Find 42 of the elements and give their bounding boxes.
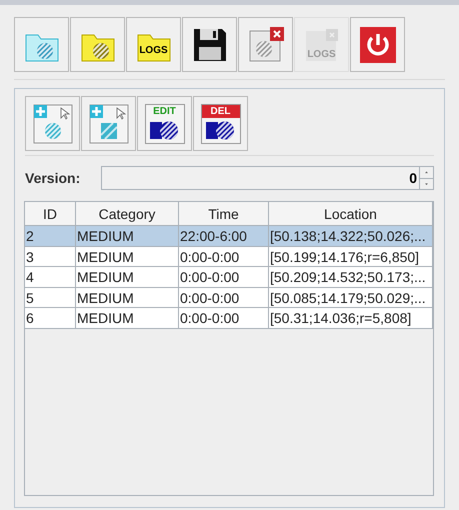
table-row[interactable]: 6 MEDIUM 0:00-0:00 [50.31;14.036;r=5,808]	[25, 308, 433, 328]
table-cell: 22:00-6:00	[179, 226, 269, 246]
table-cell: 5	[25, 288, 76, 307]
table-cell: 2	[25, 226, 76, 246]
table-cell: MEDIUM	[76, 246, 179, 266]
version-spinner[interactable]: 0	[101, 166, 434, 190]
column-header[interactable]: Location	[269, 202, 433, 225]
table-cell: [50.31;14.036;r=5,808]	[269, 308, 433, 328]
table-cell: 0:00-0:00	[179, 308, 269, 328]
column-header[interactable]: ID	[25, 202, 76, 225]
table-cell: 0:00-0:00	[179, 288, 269, 307]
table-cell: MEDIUM	[76, 226, 179, 246]
toolbar-button[interactable]: LOGS	[126, 17, 181, 72]
table-cell: 0:00-0:00	[179, 246, 269, 266]
table-cell: MEDIUM	[76, 288, 179, 307]
power-icon	[358, 24, 398, 64]
logs-label: LOGS	[138, 44, 169, 58]
table-cell: 0:00-0:00	[179, 267, 269, 286]
table-cell: 3	[25, 246, 76, 266]
table-row[interactable]: 5 MEDIUM 0:00-0:00 [50.085;14.179;50.029;...	[25, 288, 433, 308]
table-cell: [50.209;14.532;50.173;...	[269, 267, 433, 286]
table-cell: MEDIUM	[76, 267, 179, 286]
version-label: Version:	[25, 168, 82, 188]
edit-icon: EDIT	[144, 104, 184, 144]
table-row[interactable]: 2 MEDIUM 22:00-6:00 [50.138;14.322;50.026;...	[25, 226, 433, 246]
column-header[interactable]: Category	[76, 202, 179, 225]
panel-toolbar-button[interactable]: DEL	[193, 96, 248, 151]
panel-toolbar-button[interactable]	[81, 96, 136, 151]
table-row[interactable]: 4 MEDIUM 0:00-0:00 [50.209;14.532;50.173;...	[25, 267, 433, 288]
table-cell: [50.199;14.176;r=6,850]	[269, 246, 433, 266]
panel-toolbar-button[interactable]	[25, 96, 80, 151]
table-cell: 4	[25, 267, 76, 286]
table-cell: [50.138;14.322;50.026;...	[269, 226, 433, 246]
table-cell: MEDIUM	[76, 308, 179, 328]
toolbar-button[interactable]	[182, 17, 237, 72]
delete-icon: DEL	[200, 104, 240, 144]
table-row[interactable]: 3 MEDIUM 0:00-0:00 [50.199;14.176;r=6,850]	[25, 246, 433, 267]
logs-label: LOGS	[306, 48, 337, 62]
column-header[interactable]: Time	[179, 202, 269, 225]
table-cell: 6	[25, 308, 76, 328]
table-cell: [50.085;14.179;50.029;...	[269, 288, 433, 307]
add-square-icon	[88, 104, 128, 144]
